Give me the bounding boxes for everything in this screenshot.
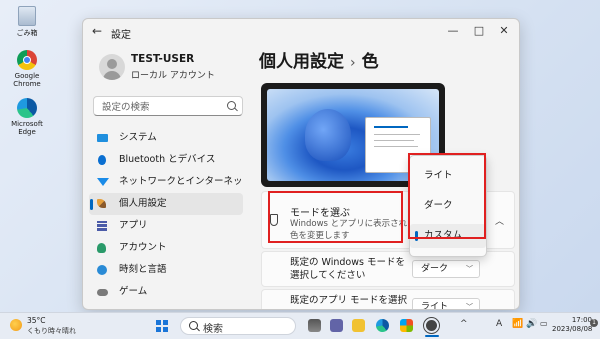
chevron-down-icon: ﹀ bbox=[466, 303, 473, 310]
weather-icon[interactable] bbox=[10, 319, 22, 331]
wifi-icon[interactable]: 📶 bbox=[512, 319, 523, 329]
mode-dropdown-flyout: ライト ダーク カスタム bbox=[409, 155, 487, 257]
sidebar-item-label: アカウント bbox=[119, 242, 167, 253]
chevron-down-icon: ﹀ bbox=[466, 265, 473, 273]
page-title: 個人用設定 › 色 bbox=[259, 47, 379, 72]
back-arrow-icon[interactable]: ← bbox=[92, 24, 106, 38]
user-account-type: ローカル アカウント bbox=[131, 71, 215, 81]
sidebar-item-personalization[interactable]: 個人用設定 bbox=[89, 193, 243, 215]
clock-time: 17:00 bbox=[571, 316, 592, 324]
apps-icon bbox=[97, 221, 107, 231]
mode-option-light[interactable]: ライト bbox=[410, 164, 486, 188]
close-button[interactable]: ✕ bbox=[490, 22, 518, 40]
sidebar-item-system[interactable]: システム bbox=[89, 127, 243, 149]
app-mode-select[interactable]: ライト ﹀ bbox=[412, 298, 480, 310]
sidebar-item-label: ゲーム bbox=[119, 286, 148, 297]
sidebar-item-network[interactable]: ネットワークとインターネット bbox=[89, 171, 243, 209]
battery-icon[interactable]: ▭ bbox=[540, 319, 548, 328]
sidebar-item-label: アプリ bbox=[119, 220, 148, 231]
volume-icon[interactable]: 🔊 bbox=[526, 319, 537, 329]
choose-mode-description: Windows とアプリに表示される色を変更します bbox=[290, 219, 416, 241]
breadcrumb-parent[interactable]: 個人用設定 bbox=[259, 52, 344, 72]
ime-icon[interactable]: A bbox=[496, 319, 502, 329]
bluetooth-icon bbox=[98, 155, 106, 165]
search-icon[interactable] bbox=[227, 101, 236, 110]
windows-mode-value: ダーク bbox=[421, 264, 449, 274]
preview-line bbox=[374, 146, 418, 148]
sidebar-item-label: 個人用設定 bbox=[119, 198, 167, 209]
tray-chevron-icon[interactable]: ^ bbox=[460, 319, 468, 329]
task-view-icon[interactable] bbox=[308, 319, 321, 332]
system-icon bbox=[97, 134, 108, 142]
preview-line bbox=[374, 134, 420, 136]
active-app-indicator bbox=[425, 335, 439, 337]
windows-start-icon[interactable] bbox=[156, 320, 168, 332]
time-language-icon bbox=[97, 265, 107, 275]
windows-mode-select[interactable]: ダーク ﹀ bbox=[412, 260, 480, 278]
taskbar: 35°C くもり時々晴れ 検索 ^ A 📶 🔊 ▭ 17:00 2023/08/… bbox=[0, 312, 600, 339]
window-title: 設定 bbox=[111, 30, 131, 41]
gaming-icon bbox=[97, 289, 108, 296]
mode-option-dark[interactable]: ダーク bbox=[410, 194, 486, 218]
desktop-recycle-bin[interactable]: ごみ箱 bbox=[4, 6, 50, 38]
settings-search-box[interactable] bbox=[93, 96, 243, 116]
user-name: TEST-USER bbox=[131, 53, 195, 65]
app-mode-value: ライト bbox=[421, 302, 449, 310]
desktop-icon-label: Google Chrome bbox=[13, 72, 41, 88]
settings-gear-icon[interactable] bbox=[426, 320, 437, 331]
sidebar-item-label: Bluetooth とデバイス bbox=[119, 154, 216, 165]
avatar[interactable] bbox=[99, 54, 125, 80]
sidebar-item-label: システム bbox=[119, 132, 157, 143]
edge-icon[interactable] bbox=[376, 319, 389, 332]
settings-window: ← 設定 — □ ✕ TEST-USER ローカル アカウント システム Blu… bbox=[82, 18, 520, 310]
preview-line bbox=[374, 140, 414, 142]
desktop-icon-label: ごみ箱 bbox=[16, 29, 38, 37]
preview-accent-bar bbox=[374, 126, 408, 128]
store-icon[interactable] bbox=[400, 319, 413, 332]
maximize-button[interactable]: □ bbox=[465, 22, 493, 40]
teams-icon[interactable] bbox=[330, 319, 343, 332]
sidebar-item-label: 時刻と言語 bbox=[119, 264, 167, 275]
weather-temperature[interactable]: 35°C bbox=[27, 316, 46, 325]
wallpaper-bloom bbox=[305, 109, 351, 161]
desktop-edge[interactable]: Microsoft Edge bbox=[4, 98, 50, 136]
edge-icon bbox=[17, 98, 37, 118]
breadcrumb-separator: › bbox=[350, 55, 356, 71]
sidebar-nav: システム Bluetooth とデバイス ネットワークとインターネット 個人用設… bbox=[89, 127, 243, 303]
clock-date: 2023/08/08 bbox=[552, 325, 593, 333]
breadcrumb-current: 色 bbox=[361, 52, 379, 72]
windows-mode-label: 既定の Windows モードを選択してください bbox=[290, 257, 405, 281]
account-icon bbox=[97, 243, 106, 253]
minimize-button[interactable]: — bbox=[439, 22, 467, 40]
sidebar-item-accounts[interactable]: アカウント bbox=[89, 237, 243, 259]
title-bar: ← 設定 — □ ✕ bbox=[83, 19, 519, 45]
search-input[interactable] bbox=[100, 99, 224, 115]
mode-option-custom[interactable]: カスタム bbox=[410, 224, 486, 248]
sidebar-item-bluetooth[interactable]: Bluetooth とデバイス bbox=[89, 149, 243, 171]
notification-badge[interactable]: 1 bbox=[590, 319, 598, 327]
taskbar-search-label: 検索 bbox=[203, 324, 223, 335]
search-icon bbox=[189, 321, 198, 330]
choose-mode-title: モードを選ぶ bbox=[290, 208, 350, 219]
app-mode-label: 既定のアプリ モードを選択 bbox=[290, 295, 408, 306]
chevron-up-icon[interactable]: ︿ bbox=[495, 214, 504, 227]
file-explorer-icon[interactable] bbox=[352, 319, 365, 332]
personalization-icon bbox=[97, 199, 106, 208]
brush-icon bbox=[270, 214, 278, 226]
weather-description[interactable]: くもり時々晴れ bbox=[27, 326, 76, 336]
recycle-bin-icon bbox=[18, 6, 36, 26]
chrome-icon bbox=[17, 50, 37, 70]
taskbar-search[interactable]: 検索 bbox=[180, 317, 296, 335]
taskbar-clock[interactable]: 17:00 2023/08/08 bbox=[552, 316, 592, 334]
desktop-icon-label: Microsoft Edge bbox=[11, 120, 43, 136]
network-icon bbox=[97, 178, 109, 186]
app-mode-row: 既定のアプリ モードを選択 ライト ﹀ bbox=[261, 289, 515, 310]
sidebar-item-gaming[interactable]: ゲーム bbox=[89, 281, 243, 303]
sidebar-item-apps[interactable]: アプリ bbox=[89, 215, 243, 237]
desktop-chrome[interactable]: Google Chrome bbox=[4, 50, 50, 88]
sidebar-item-time-language[interactable]: 時刻と言語 bbox=[89, 259, 243, 281]
